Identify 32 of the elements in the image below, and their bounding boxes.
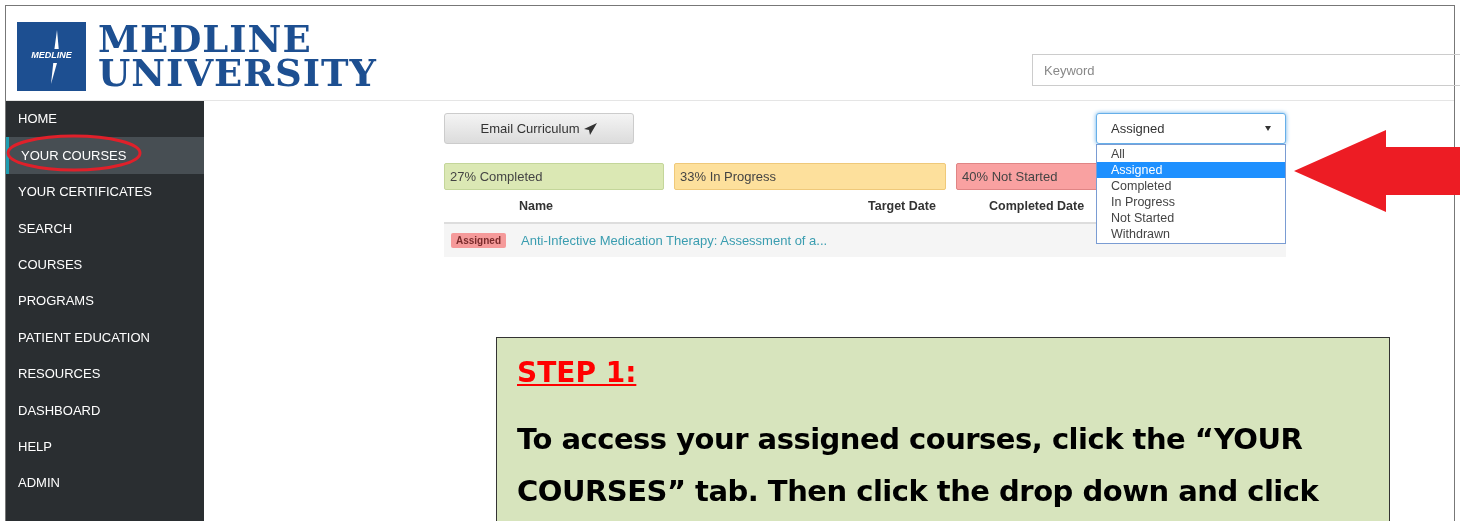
- sidebar-item[interactable]: PROGRAMS: [6, 282, 204, 320]
- sidebar-item[interactable]: DASHBOARD: [6, 392, 204, 429]
- sidebar-item[interactable]: HELP: [6, 428, 204, 465]
- email-curriculum-button[interactable]: Email Curriculum: [444, 113, 634, 144]
- instruction-text: To access your assigned courses, click the “YOUR COURSES” tab. Then click the drop down and click: [517, 421, 1320, 510]
- logo-title: UNIVERSITY: [98, 56, 378, 90]
- sidebar-item[interactable]: YOUR COURSES: [6, 137, 204, 174]
- sidebar-item[interactable]: PATIENT EDUCATION: [6, 319, 204, 356]
- sidebar-item[interactable]: HOME: [6, 101, 204, 138]
- dropdown-option[interactable]: All: [1097, 146, 1285, 162]
- summary-bar: 27% Completed: [444, 163, 664, 190]
- status-dropdown[interactable]: Assigned: [1096, 113, 1286, 144]
- status-badge: Assigned: [451, 233, 506, 248]
- sidebar-item[interactable]: YOUR CERTIFICATES: [6, 173, 204, 211]
- summary-bar: 33% In Progress: [674, 163, 946, 190]
- sidebar-item[interactable]: ADMIN: [6, 464, 204, 502]
- sidebar-item[interactable]: COURSES: [6, 246, 204, 283]
- logo-title: MEDLINE: [98, 22, 312, 56]
- column-header: Completed Date: [989, 197, 1085, 215]
- sidebar-item[interactable]: RESOURCES: [6, 355, 204, 393]
- column-header: Target Date: [868, 197, 937, 215]
- logo-mark-text: MEDLINE: [30, 49, 73, 63]
- search-field[interactable]: Keyword: [1032, 54, 1460, 86]
- column-header: Name: [518, 197, 555, 215]
- step-heading: STEP 1:: [517, 355, 637, 391]
- dropdown-option[interactable]: Withdrawn: [1097, 226, 1285, 242]
- send-icon: [584, 122, 598, 135]
- dropdown-option[interactable]: Not Started: [1097, 210, 1285, 226]
- sidebar-item[interactable]: SEARCH: [6, 210, 204, 247]
- dropdown-value: Assigned: [1111, 119, 1165, 138]
- caret-icon: [1265, 126, 1271, 131]
- dropdown-option[interactable]: In Progress: [1097, 194, 1285, 210]
